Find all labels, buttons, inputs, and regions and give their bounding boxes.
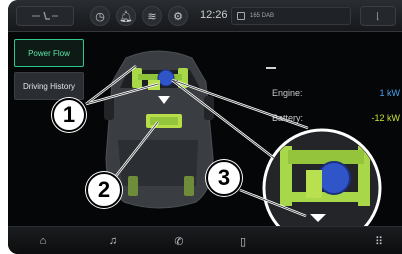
battery-label: Battery:	[272, 113, 304, 123]
engine-label: Engine:	[272, 88, 303, 98]
callout-3: 3	[206, 160, 242, 196]
callout-2: 2	[86, 172, 122, 208]
engine-value: 1 kW	[379, 88, 400, 98]
phone-icon[interactable]: ✆	[170, 233, 188, 249]
device-icon[interactable]: ▯	[234, 233, 252, 249]
callout-1: 1	[52, 98, 86, 132]
apps-icon[interactable]: ⠿	[370, 233, 388, 249]
home-icon[interactable]: ⌂	[34, 233, 52, 249]
battery-value: -12 kW	[371, 113, 400, 123]
music-icon[interactable]: ♫	[104, 233, 122, 249]
battery-pack	[146, 114, 182, 128]
bottom-nav: ⌂ ♫ ✆ ▯ ⠿	[8, 226, 402, 254]
status-dash	[266, 67, 276, 69]
